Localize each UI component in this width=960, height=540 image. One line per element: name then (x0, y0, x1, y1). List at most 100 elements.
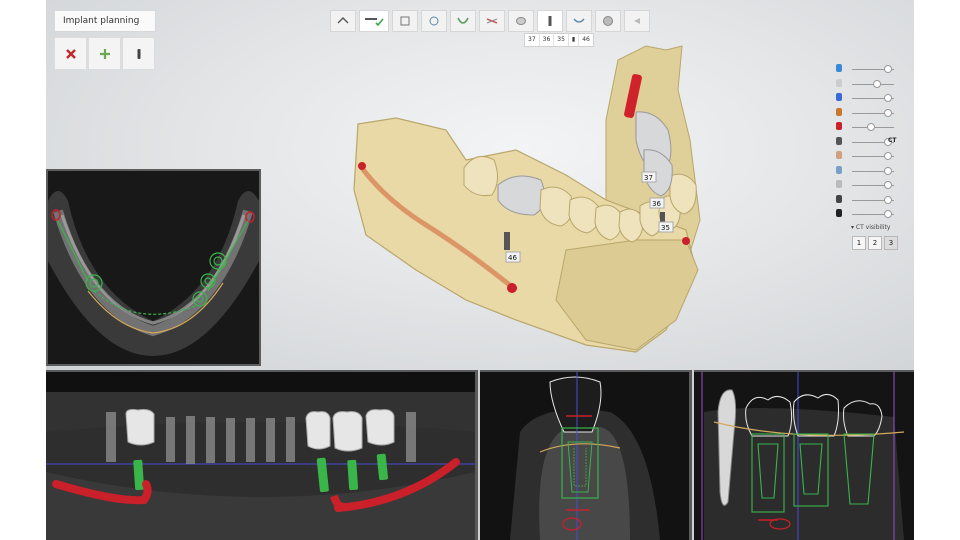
tooth-button[interactable] (508, 10, 534, 32)
panoramic-image (46, 372, 475, 540)
visibility-slider[interactable] (836, 149, 906, 164)
crown-icon (486, 18, 498, 24)
svg-text:35: 35 (661, 224, 670, 232)
tooth-settings-button[interactable] (421, 10, 447, 32)
add-plus-icon (99, 48, 110, 59)
tooth-settings-icon (429, 16, 439, 26)
scan-icon (836, 64, 842, 72)
implant-icon (137, 48, 140, 59)
arch-button[interactable] (450, 10, 476, 32)
svg-text:37: 37 (644, 174, 653, 182)
cross-section-view-1[interactable] (480, 370, 692, 540)
delete-implant-button[interactable] (54, 37, 87, 70)
axial-ct-image (48, 171, 259, 364)
slider-knob[interactable] (884, 94, 893, 102)
view-2-button[interactable]: 2 (868, 236, 882, 250)
panoramic-view[interactable] (46, 370, 478, 540)
panel-title: Implant planning (54, 10, 156, 32)
slider-knob[interactable] (884, 152, 893, 160)
crown-35 (305, 411, 331, 450)
cross-section-view-2[interactable] (694, 370, 914, 540)
guide-icon (573, 18, 585, 23)
slider-knob[interactable] (884, 108, 893, 117)
tooth-chip[interactable]: 35 (554, 34, 569, 46)
nerve-marker-left (358, 162, 366, 170)
visibility-slider[interactable] (836, 62, 906, 77)
brightness-icon (836, 194, 842, 203)
implant-planning-panel: Implant planning (54, 10, 156, 70)
tooth-icon (836, 180, 842, 188)
view-1-button[interactable]: 1 (852, 236, 866, 250)
add-implant-button[interactable] (88, 37, 121, 70)
slider-knob[interactable] (884, 195, 893, 204)
implant-icon (836, 107, 842, 116)
nerve-marker-right (682, 237, 690, 245)
undo-icon (634, 18, 640, 24)
home-button[interactable] (330, 10, 356, 32)
top-toolbar (330, 10, 653, 32)
svg-text:36: 36 (652, 200, 661, 208)
contrast-icon (836, 209, 842, 217)
delete-x-icon (65, 48, 76, 59)
visibility-sliders: CT (836, 62, 906, 222)
view-layout-buttons: 1 2 3 (852, 236, 900, 250)
implant-icon (548, 16, 552, 26)
cross-section-image-1 (480, 372, 689, 540)
crown-icon (836, 151, 842, 159)
tooth-chip[interactable]: 46 (579, 34, 593, 46)
tooth-icon (516, 17, 526, 25)
undo-button[interactable] (624, 10, 650, 32)
sphere-icon (603, 16, 613, 26)
ct-visibility-toggle[interactable]: ▾ CT visibility (851, 224, 890, 231)
guide-icon (836, 165, 842, 174)
tooth-label-35: 35 (658, 221, 674, 233)
tooth-icon (836, 78, 842, 87)
slider-knob[interactable] (884, 65, 893, 73)
implant-tool-button[interactable] (537, 10, 563, 32)
crown-37 (365, 409, 395, 446)
slider-knob[interactable] (884, 210, 893, 218)
visibility-slider[interactable]: CT (836, 135, 906, 150)
nerve-marker-mental (507, 283, 517, 293)
tooth-chip[interactable]: 37 (525, 34, 540, 46)
scan-button[interactable] (392, 10, 418, 32)
sphere-button[interactable] (595, 10, 621, 32)
bite-check-icon (365, 18, 384, 27)
implant-button[interactable] (122, 37, 155, 70)
ct-visibility-label: CT visibility (855, 224, 891, 231)
ct-icon (836, 136, 842, 145)
visibility-slider[interactable] (836, 164, 906, 179)
visibility-slider[interactable] (836, 91, 906, 106)
visibility-slider[interactable] (836, 193, 906, 208)
slider-knob[interactable] (884, 166, 893, 175)
bone-icon (836, 93, 842, 101)
axial-ct-view[interactable] (46, 169, 261, 366)
visibility-slider[interactable] (836, 120, 906, 135)
implant-46 (504, 232, 510, 250)
slider-knob[interactable] (872, 79, 881, 88)
ct-label: CT (888, 136, 897, 144)
implant-chip-icon[interactable]: ▮ (569, 34, 580, 46)
slider-knob[interactable] (867, 123, 876, 131)
slider-knob[interactable] (884, 181, 893, 189)
dental-implant-app: 37 36 35 46 Implant planning 37 36 35 ▮ … (46, 0, 914, 540)
guide-button[interactable] (566, 10, 592, 32)
cross-section-image-2 (694, 372, 914, 540)
visibility-slider[interactable] (836, 207, 906, 222)
bite-check-button[interactable] (359, 10, 389, 32)
tooth-label-36: 36 (649, 197, 665, 209)
arch-icon (457, 17, 469, 24)
visibility-slider[interactable] (836, 77, 906, 92)
crown-36 (332, 411, 363, 452)
tooth-label-37: 37 (641, 171, 657, 183)
tooth-label-46: 46 (505, 251, 521, 263)
nerve-icon (836, 122, 842, 130)
scan-icon (400, 16, 410, 26)
view-3-button[interactable]: 3 (884, 236, 898, 250)
home-icon (337, 17, 349, 24)
tooth-chip[interactable]: 36 (540, 34, 555, 46)
svg-text:46: 46 (508, 254, 517, 262)
visibility-slider[interactable] (836, 106, 906, 121)
visibility-slider[interactable] (836, 178, 906, 193)
crown-button[interactable] (479, 10, 505, 32)
